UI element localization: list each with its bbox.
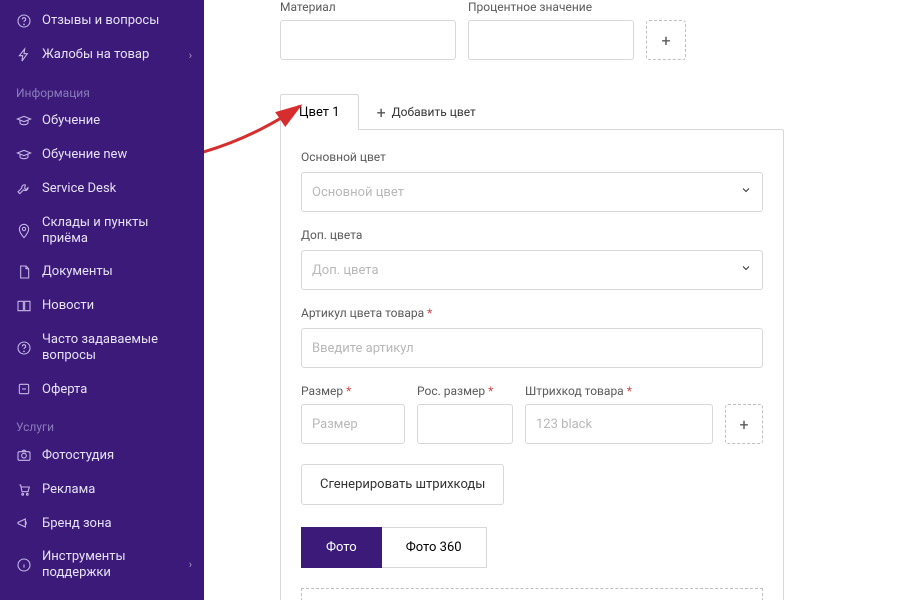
tab-photo-360[interactable]: Фото 360 (382, 527, 487, 568)
rus-size-input[interactable] (417, 404, 513, 444)
chevron-right-icon: › (189, 558, 192, 571)
extra-colors-select[interactable]: Доп. цвета (301, 250, 763, 290)
percent-input[interactable] (468, 20, 634, 60)
sidebar-item-brandzone[interactable]: Бренд зона (0, 506, 204, 540)
sidebar-item-label: Отзывы и вопросы (42, 13, 192, 29)
main-color-select[interactable]: Основной цвет (301, 172, 763, 212)
main-color-label: Основной цвет (301, 150, 763, 164)
sidebar-item-label: Обучение (42, 113, 192, 129)
megaphone-icon (16, 515, 32, 531)
chevron-right-icon: › (189, 49, 192, 62)
add-color-label: Добавить цвет (392, 105, 476, 119)
sidebar-section-services: Услуги (0, 406, 204, 438)
chevron-down-icon (740, 184, 752, 200)
percent-label: Процентное значение (468, 0, 634, 14)
sidebar-item-service-desk[interactable]: Service Desk (0, 172, 204, 206)
photo-dropzone[interactable]: + Нажмите или перетяните сюда файл (301, 588, 763, 600)
camera-icon (16, 447, 32, 463)
sidebar-item-label: Обучение new (42, 147, 192, 163)
sidebar-section-info: Информация (0, 72, 204, 104)
plus-icon: + (377, 103, 386, 122)
size-label: Размер * (301, 384, 405, 398)
sku-input[interactable] (301, 328, 763, 368)
sidebar-item-label: Склады и пункты приёма (42, 215, 192, 246)
sidebar-item-label: Бренд зона (42, 516, 192, 532)
add-color-button[interactable]: + Добавить цвет (377, 103, 476, 122)
sidebar-item-label: Оферта (42, 382, 192, 398)
generate-barcodes-button[interactable]: Сгенерировать штрихкоды (301, 464, 504, 505)
add-material-button[interactable]: + (646, 20, 686, 60)
sidebar-item-complaints[interactable]: Жалобы на товар › (0, 38, 204, 72)
barcode-label: Штрихкод товара * (525, 384, 713, 398)
question-circle-icon (16, 13, 32, 29)
chevron-down-icon (740, 262, 752, 278)
size-input[interactable] (301, 404, 405, 444)
sidebar: Отзывы и вопросы Жалобы на товар › Инфор… (0, 0, 204, 600)
sidebar-item-label: Service Desk (42, 181, 192, 197)
sidebar-item-label: Новости (42, 298, 192, 314)
sidebar-item-ads[interactable]: Реклама (0, 472, 204, 506)
graduation-icon (16, 113, 32, 129)
sidebar-item-warehouses[interactable]: Склады и пункты приёма (0, 206, 204, 255)
sidebar-item-documents[interactable]: Документы (0, 255, 204, 289)
wrench-icon (16, 181, 32, 197)
graduation-icon (16, 147, 32, 163)
sidebar-item-training-new[interactable]: Обучение new (0, 138, 204, 172)
sidebar-item-training[interactable]: Обучение (0, 104, 204, 138)
material-input[interactable] (280, 20, 456, 60)
tab-photo[interactable]: Фото (301, 527, 382, 568)
sidebar-item-label: Часто задаваемые вопросы (42, 332, 192, 363)
main-color-placeholder: Основной цвет (312, 185, 404, 200)
bolt-icon (16, 47, 32, 63)
color-panel: Основной цвет Основной цвет Доп. цвета Д… (280, 129, 784, 600)
sidebar-item-label: Жалобы на товар (42, 47, 189, 63)
offer-icon (16, 381, 32, 397)
book-icon (16, 298, 32, 314)
material-label: Материал (280, 0, 456, 14)
sku-label: Артикул цвета товара * (301, 306, 763, 320)
document-icon (16, 264, 32, 280)
sidebar-item-faq[interactable]: Часто задаваемые вопросы (0, 323, 204, 372)
cart-icon (16, 481, 32, 497)
sidebar-item-offer[interactable]: Оферта (0, 372, 204, 406)
info-circle-icon (16, 557, 32, 573)
extra-colors-placeholder: Доп. цвета (312, 263, 379, 278)
sidebar-item-label: Инструменты поддержки (42, 549, 189, 580)
sidebar-item-label: Документы (42, 264, 192, 280)
question-circle-icon (16, 340, 32, 356)
barcode-input[interactable] (525, 404, 713, 444)
sidebar-item-support-tools[interactable]: Инструменты поддержки › (0, 540, 204, 589)
sidebar-item-reviews[interactable]: Отзывы и вопросы (0, 4, 204, 38)
sidebar-item-photostudio[interactable]: Фотостудия (0, 438, 204, 472)
sidebar-item-news[interactable]: Новости (0, 289, 204, 323)
add-size-button[interactable]: + (725, 404, 763, 444)
sidebar-item-supplier-sales[interactable]: Продажа со склада поставщика (0, 590, 204, 600)
pin-icon (16, 223, 32, 239)
tab-color-1[interactable]: Цвет 1 (280, 94, 359, 130)
main-content: Материал Процентное значение + Цвет 1 + … (204, 0, 900, 600)
extra-colors-label: Доп. цвета (301, 228, 763, 242)
sidebar-item-label: Реклама (42, 482, 192, 498)
sidebar-item-label: Фотостудия (42, 448, 192, 464)
rus-size-label: Рос. размер * (417, 384, 513, 398)
